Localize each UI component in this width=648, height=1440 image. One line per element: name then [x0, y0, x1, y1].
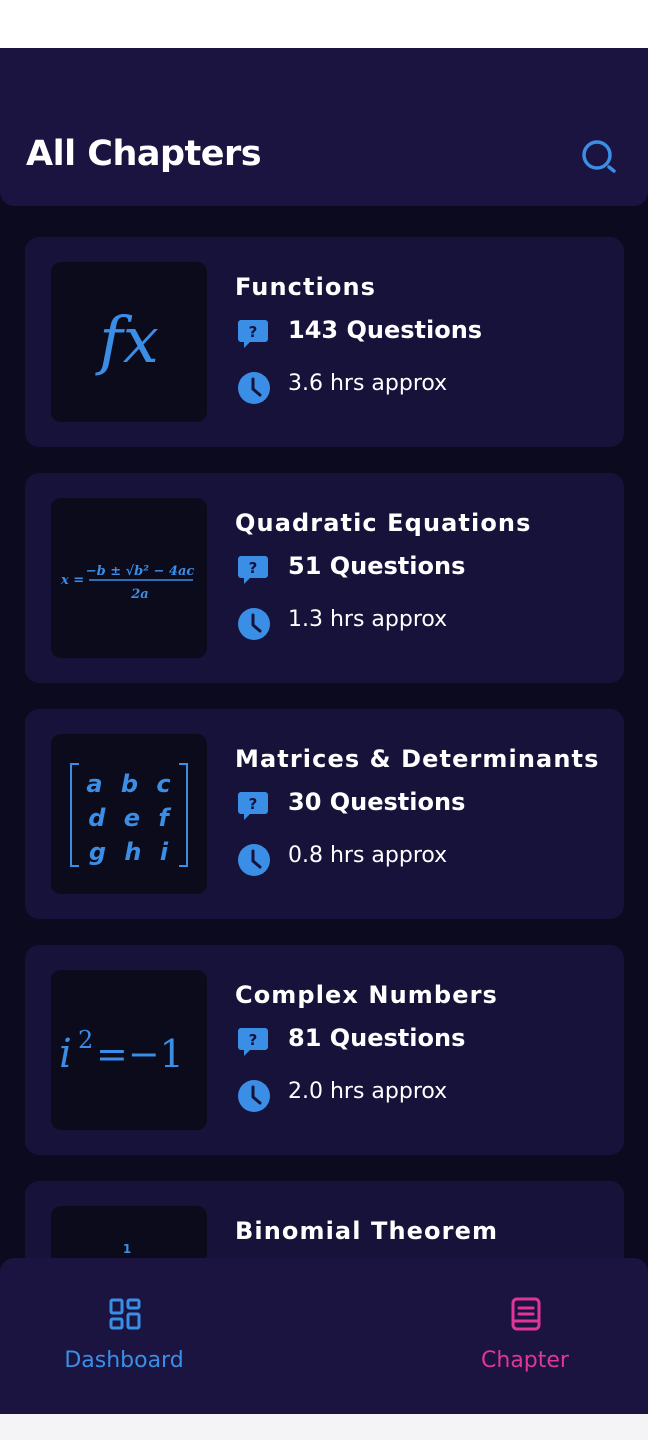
- chapter-title: Quadratic Equations: [235, 509, 532, 537]
- chapter-card-quadratic-equations[interactable]: x = −b ± √b² − 4ac 2a Quadratic Equation…: [25, 473, 624, 683]
- question-bubble-icon: ?: [238, 320, 268, 348]
- imaginary-unit-icon: i 2 =−1: [59, 1026, 184, 1077]
- chapter-card-functions[interactable]: fx Functions ? 143 Questions 3.6 hrs app…: [25, 237, 624, 447]
- app-header: All Chapters: [0, 48, 648, 206]
- svg-text:fx: fx: [95, 304, 159, 378]
- svg-text:?: ?: [249, 1031, 258, 1049]
- search-icon: [582, 140, 616, 173]
- chapter-thumbnail: x = −b ± √b² − 4ac 2a: [51, 498, 207, 658]
- chapter-thumbnail: fx: [51, 262, 207, 422]
- svg-text:?: ?: [249, 559, 258, 577]
- svg-text:1: 1: [123, 1242, 131, 1256]
- pascal-triangle-icon: 1: [123, 1242, 131, 1256]
- time-estimate: 0.8 hrs approx: [288, 843, 448, 868]
- clock-icon: [238, 844, 270, 876]
- chapter-thumbnail: i 2 =−1: [51, 970, 207, 1130]
- nav-dashboard[interactable]: Dashboard: [24, 1258, 224, 1414]
- chapter-title: Functions: [235, 273, 377, 301]
- chapter-card-matrices-determinants[interactable]: a b c d e f g h i Matrices & Determinant…: [25, 709, 624, 919]
- svg-text:x =: x =: [60, 573, 84, 588]
- nav-dashboard-label: Dashboard: [64, 1348, 184, 1373]
- dashboard-grid-icon: [109, 1298, 141, 1330]
- chapter-card-complex-numbers[interactable]: i 2 =−1 Complex Numbers ? 81 Questions 2…: [25, 945, 624, 1155]
- nav-chapter[interactable]: Chapter: [425, 1258, 625, 1414]
- question-count: 30 Questions: [288, 788, 466, 816]
- fx-icon: fx: [95, 304, 159, 378]
- chapter-thumbnail: a b c d e f g h i: [51, 734, 207, 894]
- svg-text:−b ± √b² − 4ac: −b ± √b² − 4ac: [86, 564, 195, 579]
- bottom-navigation: Dashboard Chapter: [0, 1258, 648, 1414]
- svg-text:?: ?: [249, 795, 258, 813]
- book-icon: [511, 1297, 541, 1331]
- system-navigation-bar: [0, 1414, 648, 1440]
- chapter-list[interactable]: fx Functions ? 143 Questions 3.6 hrs app…: [0, 237, 648, 1258]
- svg-text:2: 2: [78, 1026, 93, 1054]
- svg-text:d e f: d e f: [88, 804, 174, 832]
- clock-icon: [238, 1080, 270, 1112]
- chapter-title: Matrices & Determinants: [235, 745, 600, 773]
- matrix-icon: a b c d e f g h i: [70, 763, 188, 867]
- clock-icon: [238, 372, 270, 404]
- chapter-thumbnail: 1: [51, 1206, 207, 1258]
- chapter-title: Complex Numbers: [235, 981, 498, 1009]
- question-count: 81 Questions: [288, 1024, 466, 1052]
- time-estimate: 2.0 hrs approx: [288, 1079, 448, 1104]
- svg-text:a b c: a b c: [86, 770, 175, 798]
- question-bubble-icon: ?: [238, 1028, 268, 1056]
- svg-text:=−1: =−1: [96, 1032, 184, 1076]
- chapter-title: Binomial Theorem: [235, 1217, 499, 1245]
- svg-text:?: ?: [249, 323, 258, 341]
- quadratic-formula-icon: x = −b ± √b² − 4ac 2a: [60, 564, 195, 602]
- chapter-card-binomial-theorem[interactable]: 1 Binomial Theorem: [25, 1181, 624, 1258]
- time-estimate: 1.3 hrs approx: [288, 607, 448, 632]
- status-bar: [0, 0, 648, 48]
- time-estimate: 3.6 hrs approx: [288, 371, 448, 396]
- svg-text:2a: 2a: [130, 587, 148, 602]
- question-count: 143 Questions: [288, 316, 483, 344]
- page-title: All Chapters: [26, 134, 262, 174]
- nav-chapter-label: Chapter: [481, 1348, 569, 1373]
- svg-text:g h i: g h i: [89, 838, 173, 866]
- all-chapters-screen: All Chapters fx Functions ? 143 Question…: [0, 48, 648, 1414]
- svg-text:i: i: [59, 1031, 72, 1077]
- question-bubble-icon: ?: [238, 792, 268, 820]
- question-count: 51 Questions: [288, 552, 466, 580]
- clock-icon: [238, 608, 270, 640]
- question-bubble-icon: ?: [238, 556, 268, 584]
- search-button[interactable]: [578, 136, 620, 178]
